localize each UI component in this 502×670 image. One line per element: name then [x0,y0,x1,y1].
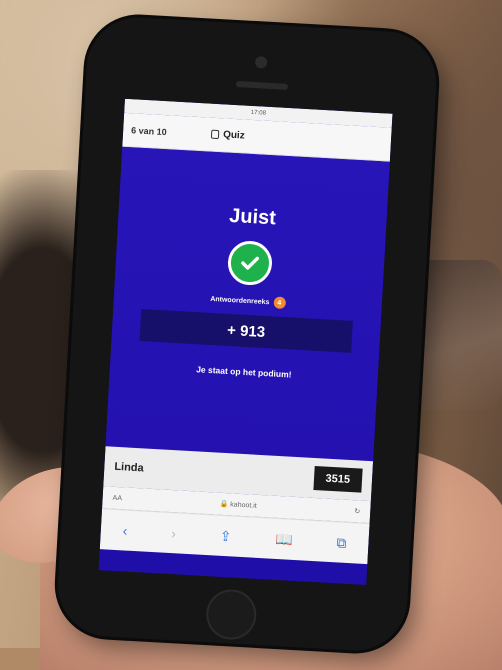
status-time: 17:08 [250,109,266,117]
bookmarks-icon[interactable]: 📖 [275,530,293,548]
nav-title-label: Quiz [222,129,246,142]
podium-message: Je staat op het podium! [195,364,292,380]
question-counter: 6 van 10 [130,124,167,137]
earpiece [235,80,289,90]
forward-icon[interactable]: › [171,525,177,541]
reload-icon[interactable]: ↻ [354,507,360,515]
streak-count: 4 [277,299,282,307]
flame-icon: 4 [273,296,286,310]
reader-button[interactable]: AA [112,494,122,502]
phone: 17:08 6 van 10 Quiz Juist Antwoordenreek… [54,14,440,654]
home-button[interactable] [204,588,258,641]
nav-title: Quiz [210,129,246,142]
check-glyph [241,256,259,270]
tabs-icon[interactable]: ⧉ [336,534,347,552]
phone-screen: 17:08 6 van 10 Quiz Juist Antwoordenreek… [98,98,393,586]
streak-label: Antwoordenreeks [210,295,270,306]
score-gain: + 913 [226,321,266,341]
score-gain-bar: + 913 [139,309,353,353]
url-label: kahoot.it [230,501,257,510]
streak-row: Antwoordenreeks 4 [210,293,286,310]
player-name: Linda [114,460,145,475]
url-text: 🔒 kahoot.it [219,500,257,510]
result-panel: Juist Antwoordenreeks 4 + 913 Je staat o… [105,146,390,462]
front-camera [254,56,268,69]
share-icon[interactable]: ⇪ [219,527,232,545]
check-icon [226,239,274,287]
player-score: 3515 [312,465,363,493]
back-icon[interactable]: ‹ [122,522,128,538]
result-title: Juist [228,204,277,230]
quiz-icon [210,129,220,140]
